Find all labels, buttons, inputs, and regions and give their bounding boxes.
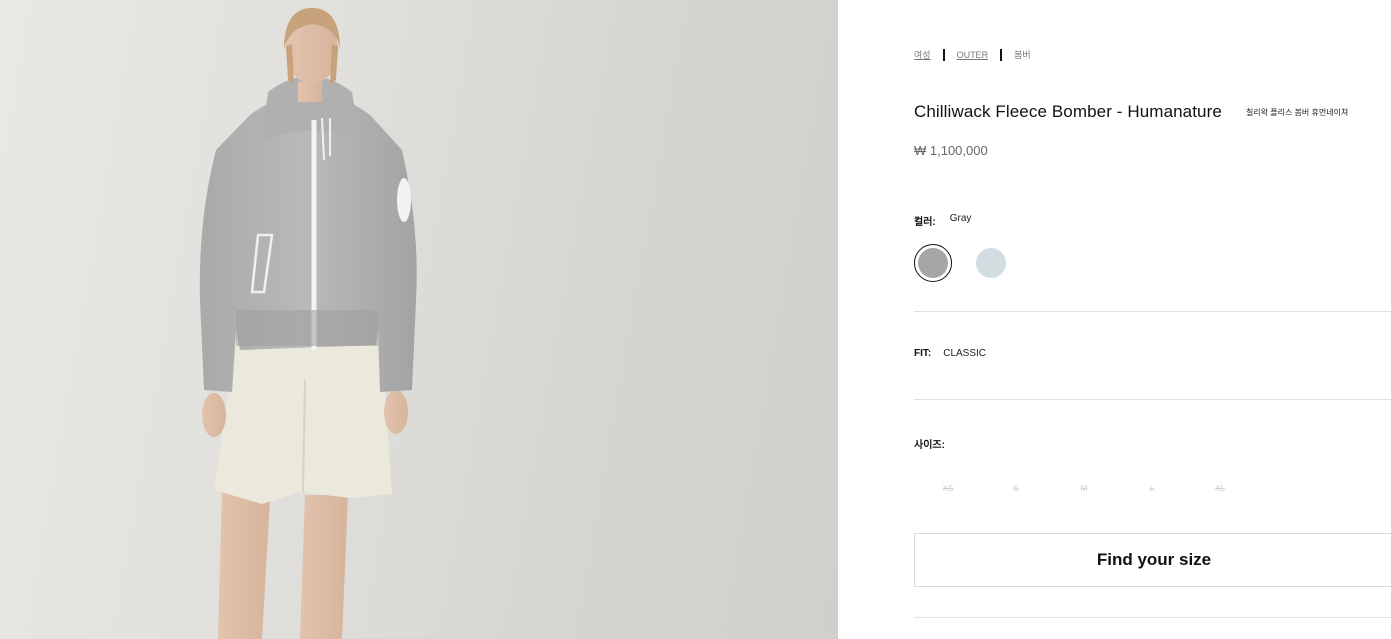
model-photo-illustration [199,8,417,639]
product-price: ₩ 1,100,000 [914,143,988,158]
find-your-size-button[interactable]: Find your size [914,533,1391,587]
product-title: Chilliwack Fleece Bomber - Humanature [914,102,1222,121]
breadcrumb-separator [1000,48,1003,61]
fit-value: CLASSIC [943,348,987,359]
color-swatch-gray[interactable] [918,248,948,278]
fit-label: FIT: [914,348,932,359]
size-option-m[interactable]: M [1050,480,1118,497]
size-option-l[interactable]: L [1118,480,1186,497]
divider [914,311,1391,312]
size-option-xs[interactable]: XS [914,480,982,497]
size-options: XS S M L XL [914,480,1254,497]
product-subtitle-korean: 칠리왁 플리스 봄버 휴먼네이쳐 [1245,108,1349,117]
size-option-s[interactable]: S [982,480,1050,497]
product-details-panel: 여성 OUTER 봄버 Chilliwack Fleece Bomber - H… [914,0,1391,639]
color-label: 컬러: [914,217,936,228]
color-swatches [914,244,1010,282]
color-value: Gray [949,213,972,224]
divider [914,399,1391,400]
breadcrumb-current-bomber: 봄버 [1014,50,1031,60]
size-label: 사이즈: [914,440,945,451]
color-selection-row: 컬러: Gray [914,213,971,228]
breadcrumb-link-women[interactable]: 여성 [914,48,931,61]
color-swatch-light-blue[interactable] [976,248,1006,278]
breadcrumb: 여성 OUTER 봄버 [914,48,1031,61]
size-option-xl[interactable]: XL [1186,480,1254,497]
breadcrumb-separator [942,48,945,61]
swatch-gray-selected-ring[interactable] [914,244,952,282]
breadcrumb-link-outer[interactable]: OUTER [957,50,989,60]
product-page: 여성 OUTER 봄버 Chilliwack Fleece Bomber - H… [0,0,1391,639]
swatch-light-blue-ring[interactable] [972,244,1010,282]
title-row: Chilliwack Fleece Bomber - Humanature 칠리… [914,102,1348,122]
product-image[interactable] [0,0,838,639]
divider [914,617,1391,618]
fit-row: FIT: CLASSIC [914,348,986,359]
